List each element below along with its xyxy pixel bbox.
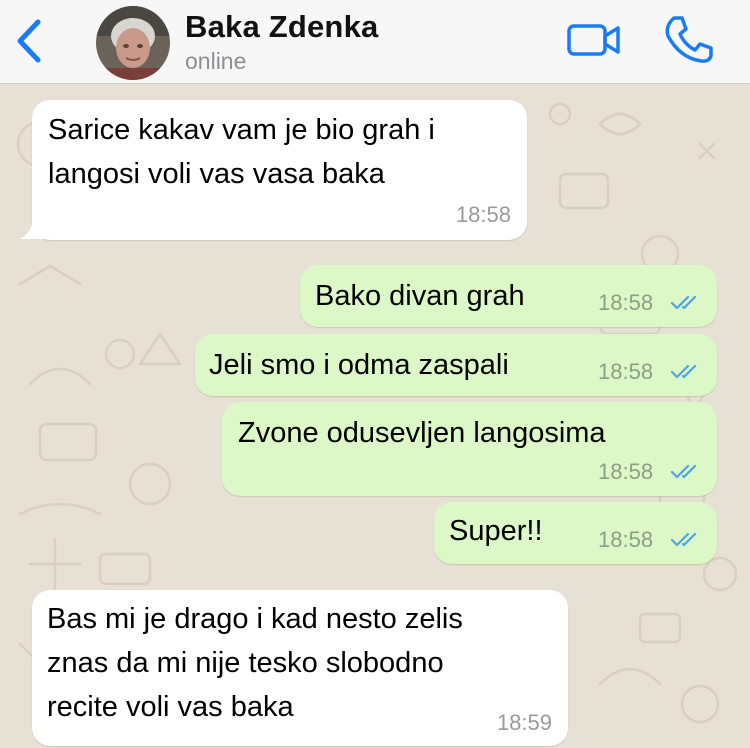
video-call-button[interactable] [566,20,624,60]
message-time: 18:59 [496,710,552,735]
message-time: 18:58 [598,527,654,552]
double-check-read-icon [670,295,697,310]
message-bubble-outgoing[interactable]: Bako divan grah 18:58 [300,265,717,327]
message-text: Super!! [449,515,543,547]
avatar-photo [96,6,170,80]
message-bubble-incoming[interactable]: Sarice kakav vam je bio grah i langosi v… [32,100,527,240]
chat-header: Baka Zdenka online [0,0,750,84]
message-bubble-incoming[interactable]: Bas mi je drago i kad nesto zelis znas d… [32,590,568,746]
message-time: 18:58 [598,459,654,484]
contact-status: online [185,48,247,74]
message-time: 18:58 [455,202,511,227]
chevron-left-icon [17,19,41,63]
phone-icon [665,16,713,63]
message-bubble-outgoing[interactable]: Jeli smo i odma zaspali 18:58 [195,334,717,396]
back-button[interactable] [12,18,52,64]
message-text: Sarice kakav vam je bio grah i langosi v… [48,114,435,190]
double-check-read-icon [670,532,697,547]
contact-name[interactable]: Baka Zdenka [185,9,378,45]
message-text: Bas mi je drago i kad nesto zelis znas d… [47,603,463,723]
message-bubble-outgoing[interactable]: Zvone odusevljen langosima 18:58 [222,402,717,496]
message-text: Zvone odusevljen langosima [238,417,606,449]
bubble-tail-icon [20,215,44,239]
double-check-read-icon [670,364,697,379]
double-check-read-icon [670,464,697,479]
message-time: 18:58 [598,359,654,384]
message-text: Bako divan grah [315,280,525,312]
message-list[interactable]: Sarice kakav vam je bio grah i langosi v… [0,84,750,748]
message-text: Jeli smo i odma zaspali [209,349,509,381]
contact-avatar[interactable] [96,6,170,80]
voice-call-button[interactable] [662,14,714,64]
message-bubble-outgoing[interactable]: Super!! 18:58 [434,502,717,564]
video-camera-icon [567,24,620,56]
message-time: 18:58 [598,290,654,315]
